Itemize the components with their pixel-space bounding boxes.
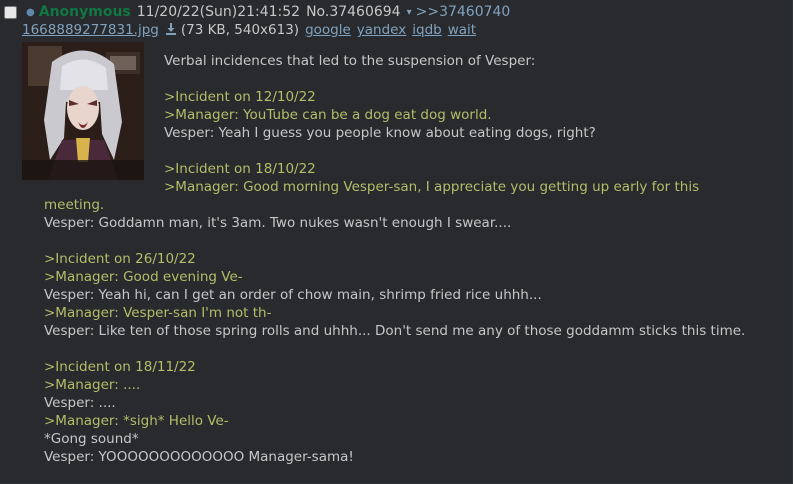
message-line: Vesper: Yeah I guess you people know abo… [164,125,596,141]
search-link-yandex[interactable]: yandex [357,22,406,38]
greentext-line: meeting. [44,197,105,213]
post-header: ● Anonymous 11/20/22(Sun)21:41:52 No.374… [4,3,510,21]
greentext-line: >Manager: *sigh* Hello Ve- [44,413,229,429]
file-info: 1668889277831.jpg (73 KB, 540x613) googl… [22,22,476,38]
message-line: Verbal incidences that led to the suspen… [164,53,536,69]
search-link-google[interactable]: google [305,22,351,38]
message-line: Vesper: Goddamn man, it's 3am. Two nukes… [44,215,512,231]
greentext-line: >Incident on 12/10/22 [164,89,316,105]
post-datetime: 11/20/22(Sun)21:41:52 [136,4,301,20]
message-line: Vesper: Like ten of those spring rolls a… [44,323,746,339]
file-meta: (73 KB, 540x613) [180,22,300,38]
greentext-line: >Manager: YouTube can be a dog eat dog w… [164,107,492,123]
search-link-wait[interactable]: wait [448,22,476,38]
greentext-line: >Incident on 26/10/22 [44,251,196,267]
poster-name: Anonymous [38,4,131,20]
message-line: Vesper: YOOOOOOOOOOOOO Manager-sama! [44,449,354,465]
search-link-iqdb[interactable]: iqdb [412,22,441,38]
file-name-link[interactable]: 1668889277831.jpg [22,22,159,38]
post-container: ● Anonymous 11/20/22(Sun)21:41:52 No.374… [0,0,793,484]
greentext-line: >Incident on 18/11/22 [44,359,196,375]
post-number-link[interactable]: No.37460694 [306,4,401,20]
greentext-line: >Manager: Good morning Vesper-san, I app… [164,179,700,195]
chevron-down-icon[interactable]: ▾ [407,7,412,18]
reply-backlink[interactable]: >>37460740 [416,4,511,20]
post-checkbox[interactable] [4,5,17,19]
message-line: Vesper: .... [44,395,116,411]
post-message: Verbal incidences that led to the suspen… [44,52,784,466]
greentext-line: >Incident on 18/10/22 [164,161,316,177]
greentext-line: >Manager: Vesper-san I'm not th- [44,305,272,321]
download-icon[interactable] [165,22,177,38]
message-line: Vesper: Yeah hi, can I get an order of c… [44,287,542,303]
message-line: *Gong sound* [44,431,139,447]
greentext-line: >Manager: .... [44,377,141,393]
dot-icon: ● [26,6,35,18]
greentext-line: >Manager: Good evening Ve- [44,269,243,285]
